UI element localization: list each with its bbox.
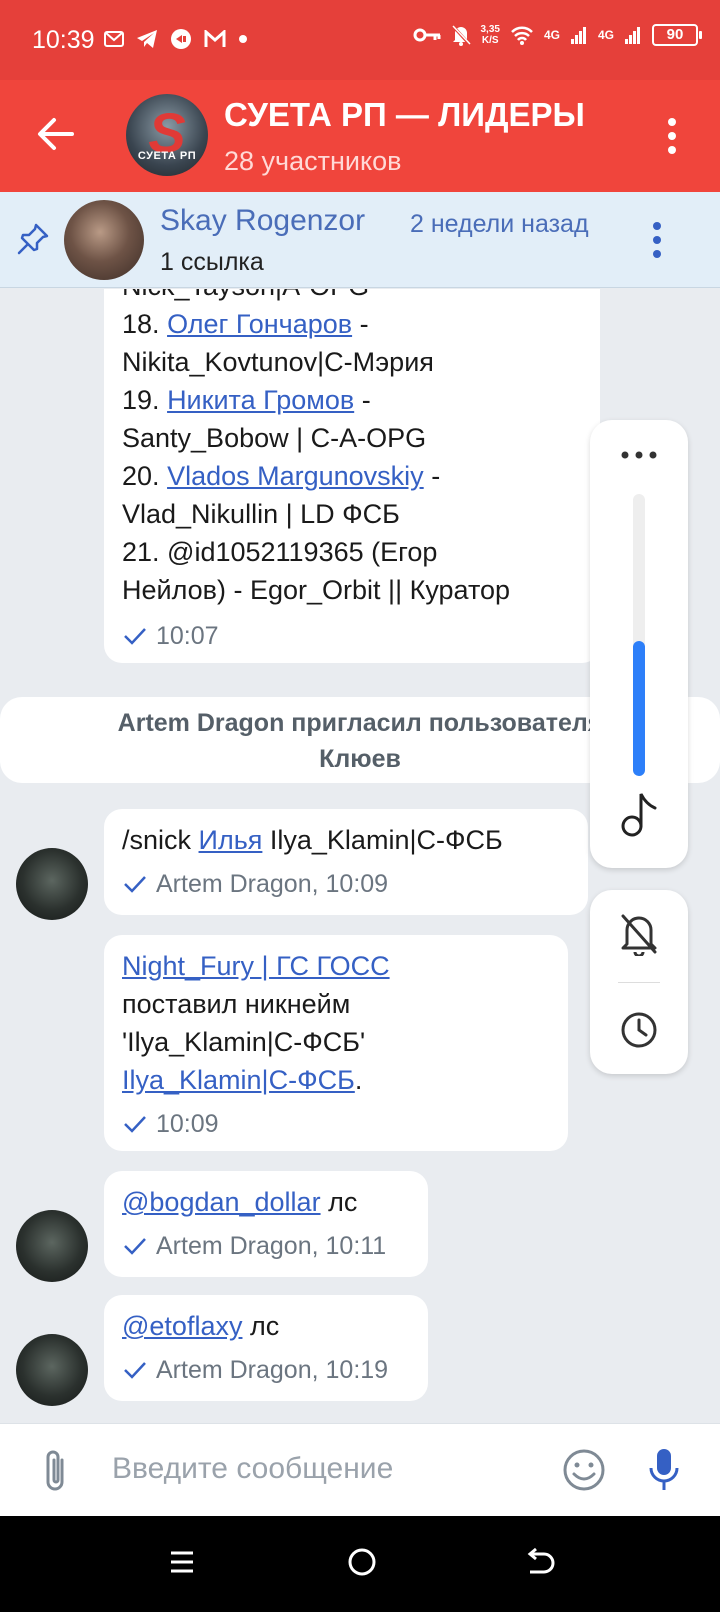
user-link[interactable]: Никита Громов bbox=[167, 385, 354, 415]
message-text: 'Ilya_Klamin|C-ФСБ' bbox=[122, 1027, 366, 1057]
check-icon bbox=[124, 1238, 146, 1255]
music-note-icon[interactable] bbox=[620, 790, 658, 838]
microphone-icon[interactable] bbox=[646, 1446, 682, 1494]
status-time: 10:39 bbox=[32, 26, 95, 54]
more-horizontal-icon[interactable] bbox=[620, 450, 658, 460]
list-line: Nick_Tayson|A-OPG bbox=[122, 289, 582, 305]
pin-icon bbox=[17, 223, 49, 255]
message-input-bar: Введите сообщение bbox=[0, 1423, 720, 1516]
logo-text: СУЕТА РП bbox=[137, 150, 197, 162]
gmail-icon bbox=[204, 30, 226, 47]
message-meta: Artem Dragon, 10:19 bbox=[122, 1351, 410, 1389]
sender-avatar[interactable] bbox=[16, 1334, 88, 1406]
list-line: Нейлов) - Egor_Orbit || Куратор bbox=[122, 575, 511, 605]
pinned-more-icon[interactable] bbox=[652, 220, 662, 260]
message-text: Ilya_Klamin|C-ФСБ. bbox=[122, 1065, 363, 1095]
user-mention-link[interactable]: @etoflaxy bbox=[122, 1311, 242, 1341]
message-text: /snick Илья Ilya_Klamin|C-ФСБ bbox=[122, 825, 503, 855]
system-icons: 3,35 K/S 4G 4G 90 bbox=[413, 24, 702, 46]
panel-divider bbox=[618, 982, 660, 983]
user-link[interactable]: Night_Fury | ГС ГОСС bbox=[122, 951, 390, 981]
list-line: 20. Vlados Margunovskiy - bbox=[122, 461, 441, 491]
signal-icon bbox=[570, 27, 586, 44]
app-icon bbox=[171, 29, 191, 49]
message-text: @etoflaxy лс bbox=[122, 1311, 280, 1341]
bell-muted-icon bbox=[450, 24, 471, 46]
pinned-message-bar[interactable]: Skay Rogenzor 2 недели назад 1 ссылка bbox=[0, 192, 720, 288]
sender-avatar[interactable] bbox=[16, 1210, 88, 1282]
pinned-author-avatar bbox=[64, 200, 144, 280]
recent-apps-icon[interactable] bbox=[168, 1548, 196, 1576]
notification-icons bbox=[104, 28, 248, 50]
chat-members-count[interactable]: 28 участников bbox=[224, 146, 401, 177]
system-nav-bar bbox=[0, 1516, 720, 1612]
chat-avatar[interactable]: S СУЕТА РП bbox=[126, 94, 208, 176]
message-text: @bogdan_dollar лс bbox=[122, 1187, 358, 1217]
check-icon bbox=[124, 1116, 146, 1133]
network-4g-1: 4G bbox=[543, 28, 560, 42]
telegram-icon bbox=[137, 30, 157, 48]
message-text: поставил никнейм bbox=[122, 989, 351, 1019]
check-icon bbox=[124, 1362, 146, 1379]
message-bubble[interactable]: @bogdan_dollar лс Artem Dragon, 10:11 bbox=[104, 1171, 428, 1277]
mail-icon bbox=[104, 31, 124, 47]
sender-avatar[interactable] bbox=[16, 848, 88, 920]
more-vertical-icon[interactable] bbox=[666, 116, 678, 156]
battery-icon: 90 bbox=[652, 24, 702, 46]
chat-title[interactable]: СУЕТА РП — ЛИДЕРЫ bbox=[224, 96, 585, 134]
list-line: 19. Никита Громов - bbox=[122, 385, 371, 415]
signal-icon-2 bbox=[625, 27, 640, 44]
status-bar: 10:39 3,35 K/S 4G 4G 90 bbox=[0, 0, 720, 80]
message-meta: Artem Dragon, 10:11 bbox=[122, 1227, 410, 1265]
message-meta: Artem Dragon, 10:09 bbox=[122, 865, 570, 903]
attach-icon[interactable] bbox=[38, 1448, 74, 1494]
message-meta: 10:07 bbox=[122, 617, 582, 655]
check-icon bbox=[124, 876, 146, 893]
dot-icon bbox=[239, 35, 247, 43]
list-line: Vlad_Nikullin | LD ФСБ bbox=[122, 499, 400, 529]
bell-off-icon[interactable] bbox=[619, 912, 659, 956]
user-mention-link[interactable]: @bogdan_dollar bbox=[122, 1187, 321, 1217]
home-icon[interactable] bbox=[346, 1546, 378, 1578]
volume-panel bbox=[590, 420, 688, 868]
user-link[interactable]: Vlados Margunovskiy bbox=[167, 461, 424, 491]
list-line: 18. Олег Гончаров - bbox=[122, 309, 369, 339]
check-icon bbox=[124, 628, 146, 645]
emoji-icon[interactable] bbox=[562, 1448, 606, 1492]
chat-header: S СУЕТА РП СУЕТА РП — ЛИДЕРЫ 28 участник… bbox=[0, 80, 720, 192]
message-meta: 10:09 bbox=[122, 1105, 550, 1143]
user-link[interactable]: Олег Гончаров bbox=[167, 309, 352, 339]
message-text: Night_Fury | ГС ГОСС bbox=[122, 947, 550, 985]
network-speed: 3,35 K/S bbox=[480, 24, 500, 46]
back-arrow-icon[interactable] bbox=[36, 114, 76, 154]
pinned-time: 2 недели назад bbox=[410, 210, 589, 238]
key-icon bbox=[413, 28, 440, 42]
message-bubble[interactable]: Night_Fury | ГС ГОСС поставил никнейм 'I… bbox=[104, 935, 568, 1151]
user-link[interactable]: Илья bbox=[199, 825, 263, 855]
list-line: Santy_Bobow | C-A-OPG bbox=[122, 423, 427, 453]
back-icon[interactable] bbox=[524, 1546, 556, 1576]
message-bubble-list[interactable]: Nick_Tayson|A-OPG 18. Олег Гончаров - Ni… bbox=[104, 289, 600, 663]
pinned-preview: 1 ссылка bbox=[160, 248, 264, 276]
user-link[interactable]: Ilya_Klamin|C-ФСБ bbox=[122, 1065, 355, 1095]
pinned-author-name: Skay Rogenzor bbox=[160, 204, 366, 237]
message-input[interactable]: Введите сообщение bbox=[112, 1452, 393, 1486]
network-4g-2: 4G bbox=[597, 28, 614, 42]
list-line: 21. @id1052119365 (Егор bbox=[122, 537, 438, 567]
clock-icon[interactable] bbox=[619, 1010, 659, 1050]
wifi-icon bbox=[511, 26, 533, 45]
message-bubble[interactable]: @etoflaxy лс Artem Dragon, 10:19 bbox=[104, 1295, 428, 1401]
volume-slider-fill bbox=[633, 641, 645, 776]
message-bubble[interactable]: /snick Илья Ilya_Klamin|C-ФСБ Artem Drag… bbox=[104, 809, 588, 915]
sound-mode-panel bbox=[590, 890, 688, 1074]
list-line: Nikita_Kovtunov|C-Мэрия bbox=[122, 347, 434, 377]
